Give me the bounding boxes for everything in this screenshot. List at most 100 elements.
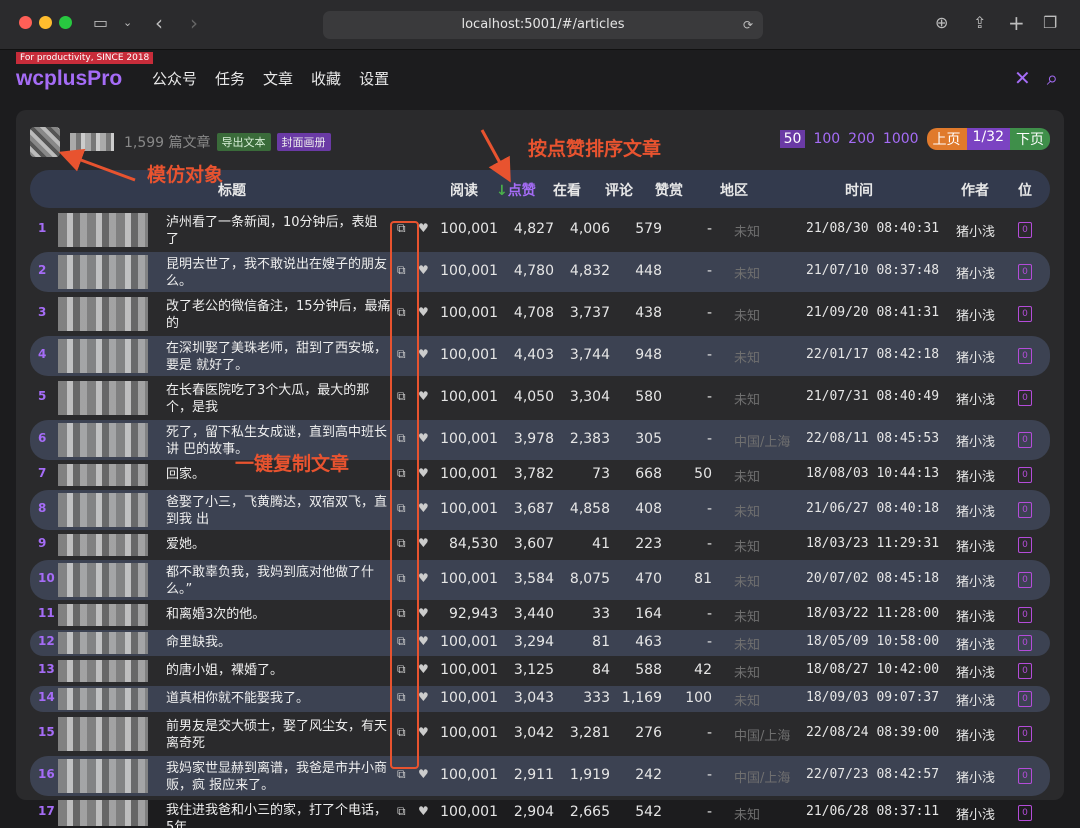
row-author[interactable]: 猪小浅 <box>956 690 1016 709</box>
row-author[interactable]: 猪小浅 <box>956 767 1016 786</box>
nav-item-favorites[interactable]: 收藏 <box>311 68 341 89</box>
nav-item-articles[interactable]: 文章 <box>263 68 293 89</box>
row-position-badge: 0 <box>1018 390 1032 406</box>
table-row[interactable]: 1 泸州看了一条新闻，10分钟后，表姐 了 100,001 4,827 4,006 579… <box>30 210 1050 250</box>
row-author[interactable]: 猪小浅 <box>956 536 1016 555</box>
favorite-heart-icon[interactable]: ♥ <box>418 662 429 676</box>
page-size-100[interactable]: 100 <box>813 131 840 147</box>
table-row[interactable]: 13 的唐小姐，裸婚了。 100,001 3,125 84 588 42 未知 18/08/27… <box>30 658 1050 684</box>
row-position-badge: 0 <box>1018 691 1032 707</box>
row-time: 22/01/17 08:42:18 <box>806 347 940 362</box>
address-bar[interactable]: localhost:5001/#/articles ⟳ <box>323 11 763 39</box>
tools-icon[interactable]: ✕ <box>1014 66 1031 90</box>
row-like: 3,607 <box>513 536 554 552</box>
share-icon[interactable]: ⇪ <box>973 13 986 33</box>
favorite-heart-icon[interactable]: ♥ <box>418 389 429 403</box>
page-size-50[interactable]: 50 <box>779 130 806 148</box>
row-author[interactable]: 猪小浅 <box>956 389 1016 408</box>
col-area[interactable]: 地区 <box>720 180 748 200</box>
col-reward[interactable]: 赞赏 <box>655 180 683 200</box>
col-like[interactable]: ↓点赞 <box>496 180 536 200</box>
sidebar-toggle-icon[interactable]: ▭ <box>93 13 108 33</box>
row-author[interactable]: 猪小浅 <box>956 221 1016 240</box>
row-author[interactable]: 猪小浅 <box>956 571 1016 590</box>
row-author[interactable]: 猪小浅 <box>956 431 1016 450</box>
favorite-heart-icon[interactable]: ♥ <box>418 804 429 818</box>
row-position-badge: 0 <box>1018 805 1032 821</box>
row-author[interactable]: 猪小浅 <box>956 634 1016 653</box>
search-icon[interactable]: ⌕ <box>1047 66 1058 90</box>
copy-article-icon[interactable]: ⧉ <box>397 804 406 819</box>
table-row[interactable]: 4 在深圳娶了美珠老师，甜到了西安城，要是 就好了。 100,001 4,403 3,7… <box>30 336 1050 376</box>
row-author[interactable]: 猪小浅 <box>956 725 1016 744</box>
logo[interactable]: wcplusPro <box>16 67 122 91</box>
tabs-overview-icon[interactable]: ❐ <box>1043 13 1057 33</box>
row-author[interactable]: 猪小浅 <box>956 501 1016 520</box>
table-row[interactable]: 14 道真相你就不能娶我了。 100,001 3,043 333 1,169 100 未知 18… <box>30 686 1050 712</box>
favorite-heart-icon[interactable]: ♥ <box>418 571 429 585</box>
minimize-window-button[interactable] <box>39 16 52 29</box>
favorite-heart-icon[interactable]: ♥ <box>418 221 429 235</box>
col-pos[interactable]: 位 <box>1018 180 1032 200</box>
table-row[interactable]: 5 在长春医院吃了3个大瓜，最大的那个，是我 100,001 4,050 3,304 58… <box>30 378 1050 418</box>
col-time[interactable]: 时间 <box>845 180 873 200</box>
favorite-heart-icon[interactable]: ♥ <box>418 431 429 445</box>
page-size-1000[interactable]: 1000 <box>883 131 919 147</box>
table-row[interactable]: 7 回家。 100,001 3,782 73 668 50 未知 18/08/03 10:44:… <box>30 462 1050 488</box>
table-row[interactable]: 12 命里缺我。 100,001 3,294 81 463- 未知 18/05/09 10:5… <box>30 630 1050 656</box>
table-row[interactable]: 17 我住进我爸和小三的家，打了个电话，5年 100,001 2,904 2,665 54… <box>30 798 1050 828</box>
table-row[interactable]: 9 爱她。 84,530 3,607 41 223- 未知 18/03/23 11:29:31… <box>30 532 1050 558</box>
page-size-200[interactable]: 200 <box>848 131 875 147</box>
row-time: 18/09/03 09:07:37 <box>806 690 940 705</box>
favorite-heart-icon[interactable]: ♥ <box>418 263 429 277</box>
nav-item-accounts[interactable]: 公众号 <box>152 68 197 89</box>
forward-icon[interactable]: › <box>190 13 198 33</box>
close-window-button[interactable] <box>19 16 32 29</box>
table-row[interactable]: 3 改了老公的微信备注，15分钟后，最痛的 100,001 4,708 3,737 438… <box>30 294 1050 334</box>
col-look[interactable]: 在看 <box>553 180 581 200</box>
row-author[interactable]: 猪小浅 <box>956 606 1016 625</box>
favorite-heart-icon[interactable]: ♥ <box>418 767 429 781</box>
table-row[interactable]: 10 都不敢辜负我，我妈到底对他做了什么。” 100,001 3,584 8,075 47… <box>30 560 1050 600</box>
favorite-heart-icon[interactable]: ♥ <box>418 536 429 550</box>
row-time: 18/03/23 11:29:31 <box>806 536 940 551</box>
row-read: 100,001 <box>440 431 498 447</box>
chevron-down-icon[interactable]: ⌄ <box>123 13 132 33</box>
col-read[interactable]: 阅读 <box>450 180 478 200</box>
favorite-heart-icon[interactable]: ♥ <box>418 725 429 739</box>
zoom-window-button[interactable] <box>59 16 72 29</box>
row-author[interactable]: 猪小浅 <box>956 804 1016 823</box>
table-row[interactable]: 15 前男友是交大硕士，娶了风尘女，有天离奇死 100,001 3,042 3,281 2… <box>30 714 1050 754</box>
table-row[interactable]: 16 我妈家世显赫到离谱，我爸是市井小商贩，疯 报应来了。 100,001 2,911… <box>30 756 1050 796</box>
favorite-heart-icon[interactable]: ♥ <box>418 690 429 704</box>
favorite-heart-icon[interactable]: ♥ <box>418 305 429 319</box>
favorite-heart-icon[interactable]: ♥ <box>418 347 429 361</box>
table-row[interactable]: 6 死了，留下私生女成谜，直到高中班长讲 巴的故事。 100,001 3,978 2,3… <box>30 420 1050 460</box>
cover-album-button[interactable]: 封面画册 <box>276 133 331 151</box>
next-page-button[interactable]: 下页 <box>1010 128 1050 150</box>
favorite-heart-icon[interactable]: ♥ <box>418 501 429 515</box>
new-tab-icon[interactable]: + <box>1008 13 1025 33</box>
table-row[interactable]: 2 昆明去世了，我不敢说出在嫂子的朋友 么。 100,001 4,780 4,832 44… <box>30 252 1050 292</box>
row-author[interactable]: 猪小浅 <box>956 305 1016 324</box>
copy-article-icon[interactable]: ⧉ <box>397 767 406 782</box>
translate-reload-icon[interactable]: ⟳ <box>743 11 753 39</box>
col-author[interactable]: 作者 <box>961 180 989 200</box>
row-author[interactable]: 猪小浅 <box>956 263 1016 282</box>
row-index: 16 <box>38 767 55 781</box>
favorite-heart-icon[interactable]: ♥ <box>418 466 429 480</box>
row-author[interactable]: 猪小浅 <box>956 466 1016 485</box>
table-row[interactable]: 8 爸娶了小三，飞黄腾达，双宿双飞，直到我 出 100,001 3,687 4,858 4… <box>30 490 1050 530</box>
back-icon[interactable]: ‹ <box>155 13 163 33</box>
col-comment[interactable]: 评论 <box>605 180 633 200</box>
download-icon[interactable]: ⊕ <box>935 13 948 33</box>
export-text-button[interactable]: 导出文本 <box>216 133 271 151</box>
favorite-heart-icon[interactable]: ♥ <box>418 606 429 620</box>
prev-page-button[interactable]: 上页 <box>926 128 967 150</box>
favorite-heart-icon[interactable]: ♥ <box>418 634 429 648</box>
row-author[interactable]: 猪小浅 <box>956 347 1016 366</box>
table-row[interactable]: 11 和离婚3次的他。 92,943 3,440 33 164- 未知 18/03/22 11… <box>30 602 1050 628</box>
nav-item-settings[interactable]: 设置 <box>359 68 389 89</box>
row-author[interactable]: 猪小浅 <box>956 662 1016 681</box>
nav-item-tasks[interactable]: 任务 <box>215 68 245 89</box>
